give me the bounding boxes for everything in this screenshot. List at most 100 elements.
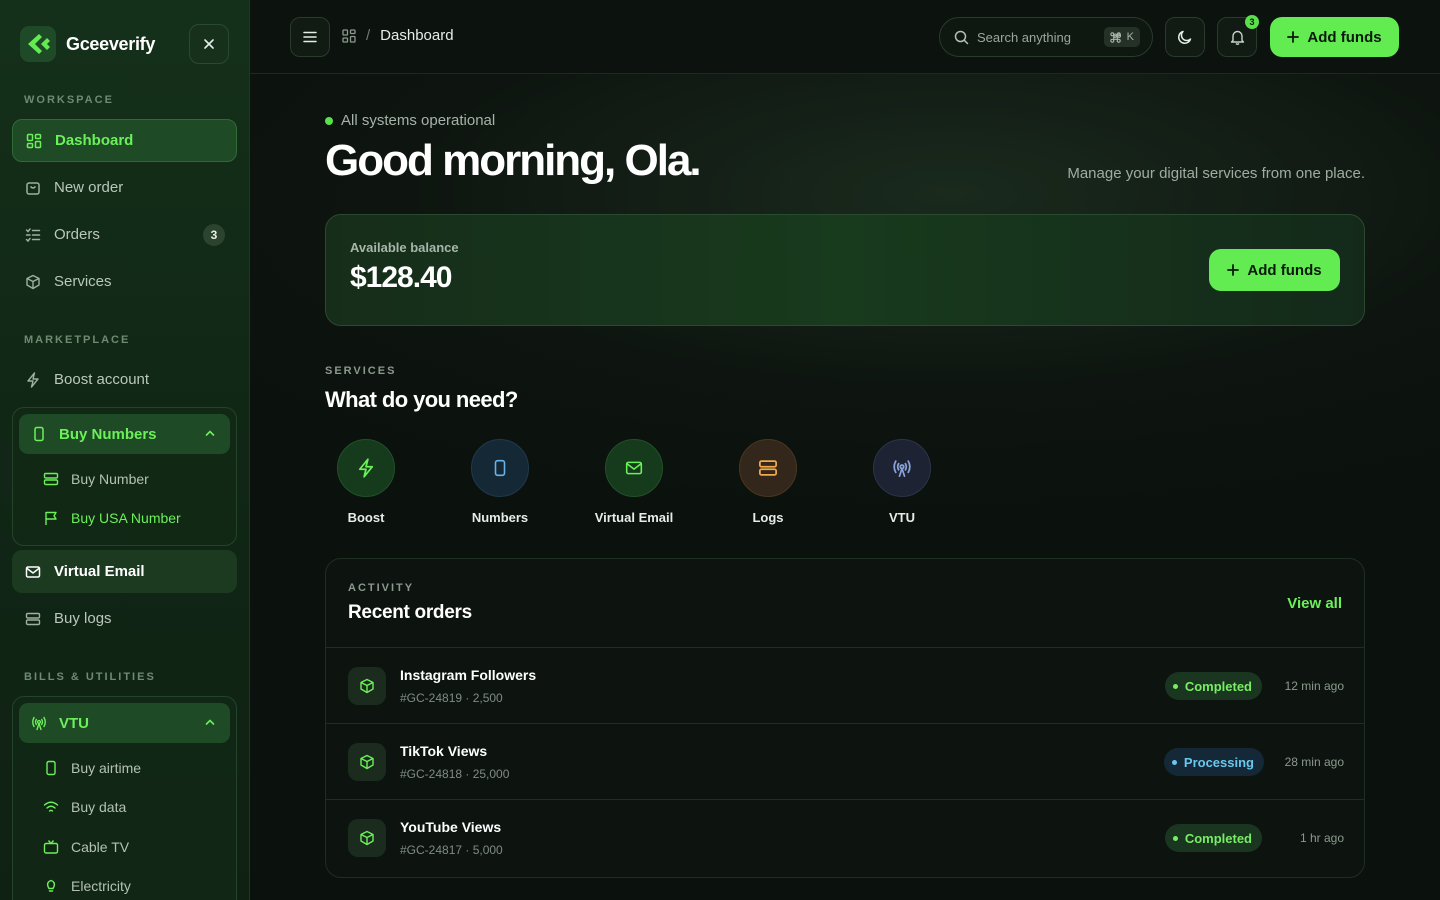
- theme-toggle-button[interactable]: [1165, 17, 1205, 57]
- sidebar-item-buy-logs[interactable]: Buy logs: [12, 597, 237, 640]
- recent-orders-title: Recent orders: [348, 602, 472, 623]
- sub-item-label: Cable TV: [71, 839, 130, 855]
- breadcrumb-current[interactable]: Dashboard: [380, 27, 453, 44]
- services-title: What do you need?: [325, 387, 518, 412]
- service-label: VTU: [889, 510, 915, 525]
- status-badge: Completed: [1164, 672, 1262, 700]
- brand[interactable]: Gceeverify: [20, 26, 155, 62]
- notifications-button[interactable]: 3: [1217, 15, 1259, 57]
- sidebar-item-dashboard[interactable]: Dashboard: [12, 119, 237, 162]
- search-shortcut: K: [1103, 27, 1140, 47]
- bolt-icon: [24, 371, 42, 389]
- flag-icon: [43, 510, 59, 526]
- status-badge: Processing: [1163, 748, 1264, 776]
- menu-icon: [303, 31, 317, 43]
- order-time: 12 min ago: [1284, 679, 1344, 693]
- moon-icon: [1178, 30, 1192, 44]
- sub-item-label: Buy airtime: [71, 760, 142, 776]
- status-badge: Completed: [1164, 824, 1262, 852]
- table-row[interactable]: YouTube Views #GC-24817 · 5,000 Complete…: [326, 799, 1364, 875]
- balance-amount: $128.40: [350, 261, 452, 294]
- vtu-group: VTU Buy airtime Buy data Cable TV Electr…: [12, 696, 237, 900]
- sidebar-item-orders[interactable]: Orders 3: [12, 213, 237, 256]
- balance-add-funds-button[interactable]: Add funds: [1209, 249, 1340, 291]
- order-time: 1 hr ago: [1299, 831, 1344, 845]
- system-status: All systems operational: [325, 112, 495, 129]
- server-icon: [24, 610, 42, 628]
- sub-item-cable-tv[interactable]: Cable TV: [43, 836, 129, 858]
- package-icon: [348, 667, 386, 705]
- sidebar-item-label: New order: [54, 179, 124, 196]
- sub-item-label: Buy Number: [71, 471, 149, 487]
- sub-item-buy-airtime[interactable]: Buy airtime: [43, 757, 141, 779]
- service-boost[interactable]: Boost: [299, 439, 433, 525]
- server-icon: [43, 471, 59, 487]
- sidebar-item-services[interactable]: Services: [12, 260, 237, 303]
- sub-item-buy-number[interactable]: Buy Number: [43, 468, 149, 490]
- close-sidebar-button[interactable]: [189, 24, 229, 64]
- bolt-icon: [337, 439, 395, 497]
- order-meta: #GC-24817 · 5,000: [400, 843, 503, 857]
- service-label: Virtual Email: [594, 510, 674, 525]
- recent-orders-card: ACTIVITY Recent orders View all Instagra…: [325, 558, 1365, 878]
- plus-icon: [1227, 264, 1240, 276]
- order-meta: #GC-24818 · 25,000: [400, 767, 510, 781]
- chevron-up-icon: [204, 427, 216, 439]
- service-label: Logs: [752, 510, 784, 525]
- service-vtu[interactable]: VTU: [835, 439, 969, 525]
- table-row[interactable]: TikTok Views #GC-24818 · 25,000 Processi…: [326, 723, 1364, 799]
- mail-icon: [24, 563, 42, 581]
- mail-icon: [605, 439, 663, 497]
- sidebar-item-label: Dashboard: [55, 132, 134, 149]
- orders-count-badge: 3: [203, 224, 225, 246]
- system-status-text: All systems operational: [341, 112, 496, 129]
- status-dot-icon: [1172, 683, 1178, 689]
- add-funds-label: Add funds: [1307, 28, 1382, 46]
- signal-icon: [873, 439, 931, 497]
- service-logs[interactable]: Logs: [701, 439, 835, 525]
- page-subtitle: Manage your digital services from one pl…: [1067, 165, 1365, 182]
- sub-item-buy-data[interactable]: Buy data: [43, 796, 126, 818]
- search-input[interactable]: [977, 29, 1097, 45]
- order-title: Instagram Followers: [400, 667, 537, 683]
- sidebar-item-virtual-email[interactable]: Virtual Email: [12, 550, 237, 593]
- view-all-link[interactable]: View all: [1287, 595, 1342, 612]
- grid-icon: [25, 132, 43, 150]
- shortcut-key: K: [1126, 31, 1134, 43]
- service-virtual-email[interactable]: Virtual Email: [567, 439, 701, 525]
- phone-icon: [471, 439, 529, 497]
- buy-numbers-toggle[interactable]: Buy Numbers: [19, 414, 230, 454]
- sidebar-item-boost-account[interactable]: Boost account: [12, 358, 237, 401]
- add-funds-button[interactable]: Add funds: [1270, 17, 1399, 57]
- package-icon: [348, 743, 386, 781]
- status-dot-icon: [325, 116, 333, 125]
- buy-numbers-label: Buy Numbers: [59, 425, 157, 443]
- vtu-toggle[interactable]: VTU: [19, 703, 230, 743]
- sidebar-item-label: Orders: [54, 226, 100, 243]
- order-time: 28 min ago: [1284, 755, 1344, 769]
- search-icon: [954, 30, 969, 44]
- services-eyebrow: SERVICES: [325, 365, 397, 377]
- sidebar-item-label: Boost account: [54, 371, 150, 388]
- balance-label: Available balance: [350, 240, 459, 255]
- sub-item-electricity[interactable]: Electricity: [43, 875, 131, 897]
- sub-item-buy-usa-number[interactable]: Buy USA Number: [43, 507, 181, 529]
- list-check-icon: [24, 226, 42, 244]
- grid-icon: [342, 28, 356, 43]
- status-text: Processing: [1183, 754, 1254, 770]
- table-row[interactable]: Instagram Followers #GC-24819 · 2,500 Co…: [326, 647, 1364, 723]
- order-title: TikTok Views: [400, 743, 488, 759]
- sidebar-item-new-order[interactable]: New order: [12, 166, 237, 209]
- marketplace-section-label: MARKETPLACE: [24, 334, 131, 346]
- sidebar-item-label: Virtual Email: [54, 563, 145, 580]
- bills-section-label: BILLS & UTILITIES: [24, 671, 156, 683]
- bag-icon: [24, 179, 42, 197]
- sidebar-item-label: Buy logs: [54, 610, 112, 627]
- main-content: All systems operational Good morning, Ol…: [250, 74, 1440, 900]
- activity-eyebrow: ACTIVITY: [348, 582, 415, 594]
- service-numbers[interactable]: Numbers: [433, 439, 567, 525]
- brand-logo-icon: [20, 26, 56, 62]
- signal-icon: [31, 715, 47, 731]
- search-box[interactable]: K: [939, 17, 1153, 57]
- menu-button[interactable]: [290, 17, 330, 57]
